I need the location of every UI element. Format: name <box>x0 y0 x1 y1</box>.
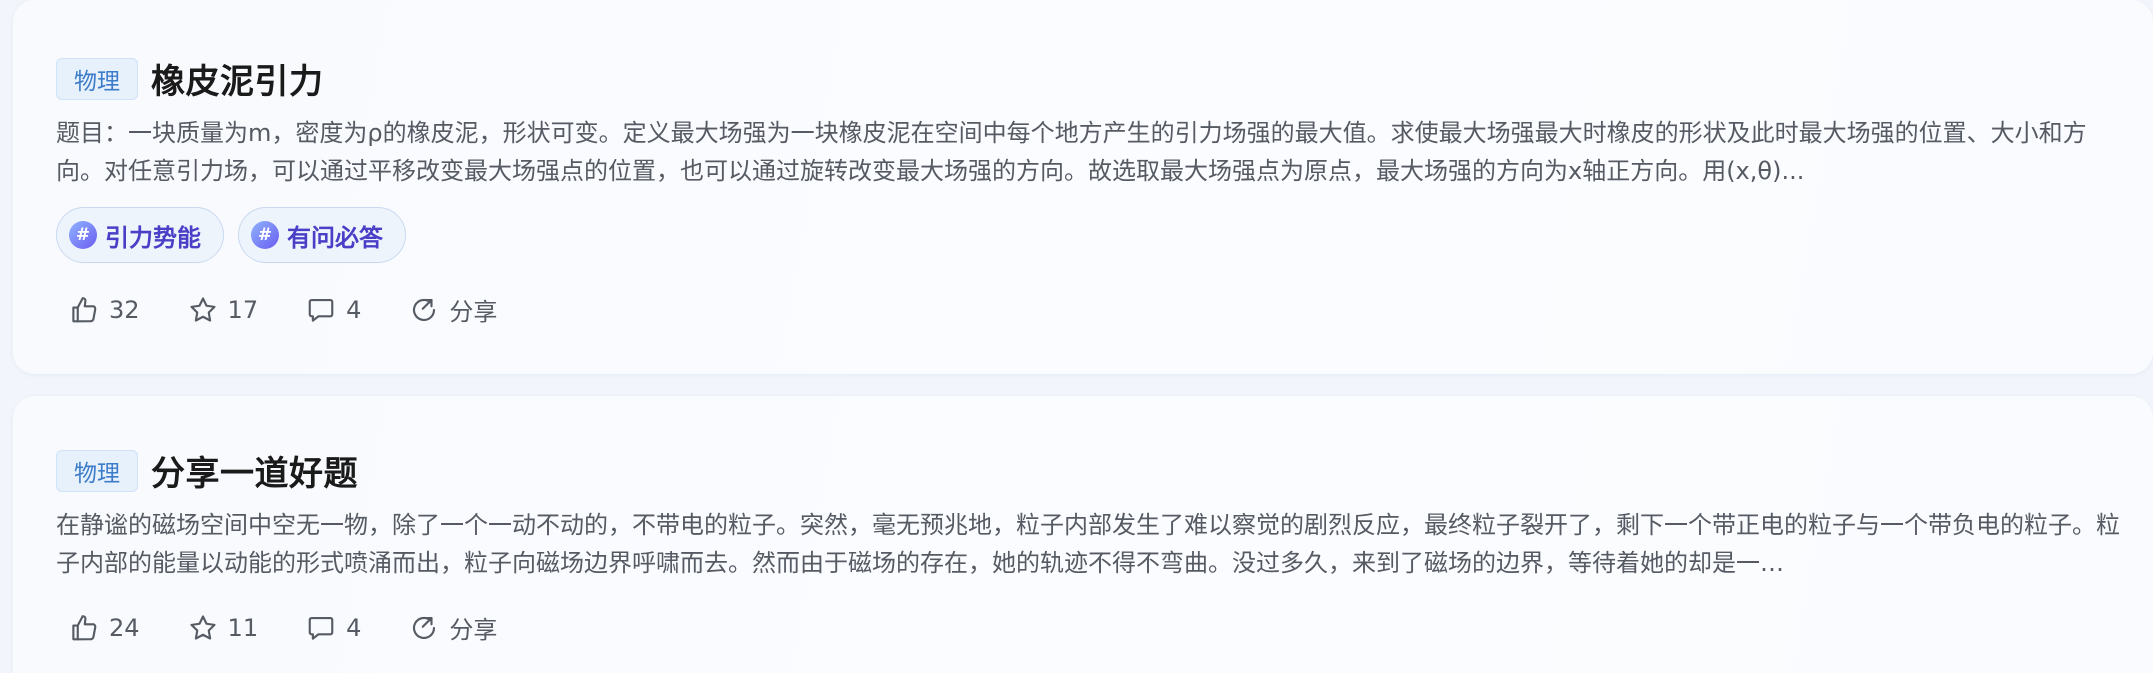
post-title[interactable]: 橡皮泥引力 <box>151 54 324 103</box>
tag-label: 引力势能 <box>105 223 201 252</box>
tag-chip[interactable]: # 有问必答 <box>238 207 406 263</box>
share-button[interactable]: 分享 <box>409 610 497 645</box>
comment-button[interactable]: 4 <box>306 613 361 643</box>
share-button[interactable]: 分享 <box>409 292 497 327</box>
tag-chip[interactable]: # 引力势能 <box>56 207 224 263</box>
tag-list: # 引力势能 # 有问必答 <box>56 207 420 263</box>
post-feed: 物理 橡皮泥引力 题目：一块质量为m，密度为ρ的橡皮泥，形状可变。定义最大场强为… <box>0 0 2153 673</box>
favorite-count: 17 <box>227 295 259 324</box>
post-actions: 24 11 4 分享 <box>69 610 545 645</box>
thumbs-up-icon <box>72 614 97 640</box>
post-header: 物理 分享一道好题 <box>56 446 358 495</box>
favorite-button[interactable]: 17 <box>188 295 259 325</box>
star-icon <box>189 614 216 640</box>
comment-count: 4 <box>346 295 362 324</box>
post-excerpt[interactable]: 在静谧的磁场空间中空无一物，除了一个一动不动的，不带电的粒子。突然，毫无预兆地，… <box>56 506 2126 582</box>
tag-label: 有问必答 <box>287 223 383 252</box>
comment-icon <box>308 616 334 640</box>
share-icon <box>413 298 436 321</box>
subject-badge[interactable]: 物理 <box>56 449 138 492</box>
like-count: 24 <box>109 613 140 642</box>
comment-button[interactable]: 4 <box>306 295 361 325</box>
subject-badge[interactable]: 物理 <box>56 57 138 100</box>
share-label: 分享 <box>449 616 498 644</box>
share-label: 分享 <box>449 298 498 326</box>
post-header: 物理 橡皮泥引力 <box>56 54 324 103</box>
comment-icon <box>308 298 334 322</box>
hash-icon: # <box>251 221 279 249</box>
like-button[interactable]: 32 <box>69 295 140 325</box>
star-icon <box>189 296 216 322</box>
comment-count: 4 <box>346 613 362 642</box>
like-button[interactable]: 24 <box>69 613 140 643</box>
favorite-count: 11 <box>227 613 259 642</box>
post-excerpt[interactable]: 题目：一块质量为m，密度为ρ的橡皮泥，形状可变。定义最大场强为一块橡皮泥在空间中… <box>56 114 2126 190</box>
post-title[interactable]: 分享一道好题 <box>151 446 358 495</box>
post-card[interactable]: 物理 橡皮泥引力 题目：一块质量为m，密度为ρ的橡皮泥，形状可变。定义最大场强为… <box>13 0 2153 374</box>
post-card[interactable]: 物理 分享一道好题 在静谧的磁场空间中空无一物，除了一个一动不动的，不带电的粒子… <box>13 396 2153 673</box>
post-actions: 32 17 4 分享 <box>69 292 545 327</box>
thumbs-up-icon <box>72 296 97 322</box>
favorite-button[interactable]: 11 <box>188 613 259 643</box>
share-icon <box>413 616 436 639</box>
like-count: 32 <box>109 295 140 324</box>
hash-icon: # <box>69 221 97 249</box>
